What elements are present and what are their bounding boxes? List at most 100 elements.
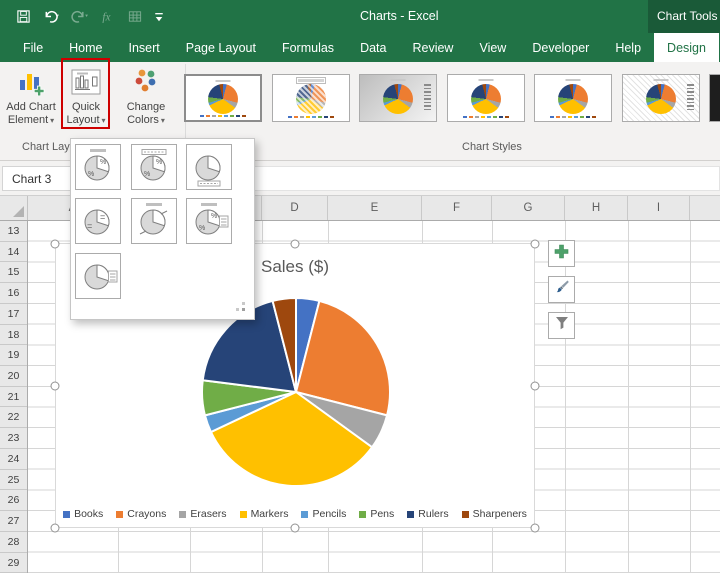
tab-view[interactable]: View <box>466 33 519 62</box>
dropdown-arrow-icon: ▾ <box>160 116 165 125</box>
tab-home[interactable]: Home <box>56 33 115 62</box>
column-header-i[interactable]: I <box>628 196 690 220</box>
row-header-17[interactable]: 17 <box>0 304 27 325</box>
svg-text:%: % <box>100 159 106 166</box>
legend-swatch <box>239 510 247 518</box>
row-header-19[interactable]: 19 <box>0 345 27 367</box>
quick-layout-option-7[interactable] <box>75 253 121 299</box>
function-icon: fx <box>100 9 116 24</box>
row-header-15[interactable]: 15 <box>0 262 27 284</box>
svg-text:%: % <box>88 171 94 178</box>
chart-legend[interactable]: Books Crayons Erasers Markers Pencils Pens Rul… <box>56 508 534 520</box>
row-header-25[interactable]: 25 <box>0 470 27 491</box>
dropdown-arrow-icon: ▾ <box>101 116 106 125</box>
quick-layout-option-5[interactable] <box>131 198 177 244</box>
row-header-26[interactable]: 26 <box>0 490 27 512</box>
name-box[interactable]: Chart 3 <box>2 166 74 191</box>
chart-style-3[interactable] <box>359 74 437 122</box>
row-header-23[interactable]: 23 <box>0 428 27 449</box>
add-chart-element-button[interactable]: Add Chart Element ▾ <box>2 65 60 127</box>
legend-swatch <box>407 510 415 518</box>
menu-resize-handle-icon[interactable] <box>242 308 245 311</box>
tab-help[interactable]: Help <box>602 33 654 62</box>
row-header-27[interactable]: 27 <box>0 511 27 532</box>
quick-layout-option-1[interactable]: %% <box>75 144 121 190</box>
funnel-icon <box>554 315 570 336</box>
row-header-29[interactable]: 29 <box>0 553 27 573</box>
legend-item-rulers[interactable]: Rulers <box>407 508 449 520</box>
tab-page-layout[interactable]: Page Layout <box>173 33 269 62</box>
selection-handle[interactable] <box>290 523 300 533</box>
legend-item-markers[interactable]: Markers <box>239 508 288 520</box>
tab-developer[interactable]: Developer <box>519 33 602 62</box>
chart-style-1[interactable] <box>184 74 262 122</box>
row-headers: 131415161718192021222324252627282930 <box>0 221 28 573</box>
quick-layout-option-4[interactable]: = = <box>75 198 121 244</box>
select-all-button[interactable] <box>0 196 28 220</box>
legend-label: Rulers <box>418 508 449 520</box>
chart-style-6[interactable] <box>621 74 700 122</box>
paintbrush-icon <box>554 279 570 300</box>
selection-handle[interactable] <box>50 523 60 533</box>
column-header-h[interactable]: H <box>565 196 628 220</box>
add-chart-element-label-1: Add Chart <box>6 101 56 113</box>
column-header-f[interactable]: F <box>422 196 492 220</box>
tab-file[interactable]: File <box>10 33 56 62</box>
selection-handle[interactable] <box>530 523 540 533</box>
legend-item-books[interactable]: Books <box>63 508 103 520</box>
tab-review[interactable]: Review <box>399 33 466 62</box>
column-header-d[interactable]: D <box>262 196 328 220</box>
selection-handle[interactable] <box>50 381 60 390</box>
save-icon[interactable] <box>16 9 31 24</box>
chart-style-5[interactable] <box>534 74 612 122</box>
legend-item-pencils[interactable]: Pencils <box>301 508 346 520</box>
row-header-21[interactable]: 21 <box>0 387 27 408</box>
row-header-20[interactable]: 20 <box>0 366 27 387</box>
column-header-g[interactable]: G <box>492 196 565 220</box>
row-header-13[interactable]: 13 <box>0 221 27 242</box>
chart-styles-button[interactable] <box>548 276 575 303</box>
row-header-24[interactable]: 24 <box>0 449 27 470</box>
row-header-14[interactable]: 14 <box>0 242 27 263</box>
selection-handle[interactable] <box>50 239 60 248</box>
selection-handle[interactable] <box>290 239 300 248</box>
tab-formulas[interactable]: Formulas <box>269 33 347 62</box>
legend-swatch <box>63 510 71 518</box>
change-colors-button[interactable]: Change Colors ▾ <box>113 65 179 127</box>
pie-plot[interactable] <box>200 296 392 488</box>
chart-elements-button[interactable] <box>548 240 575 267</box>
add-chart-element-icon <box>17 65 45 99</box>
chart-filters-button[interactable] <box>548 312 575 339</box>
quick-layout-button[interactable]: Quick Layout ▾ <box>64 65 108 127</box>
tab-design[interactable]: Design <box>654 33 719 62</box>
column-header-e[interactable]: E <box>328 196 422 220</box>
contextual-tab-group-label: Chart Tools <box>648 0 720 33</box>
row-header-22[interactable]: 22 <box>0 407 27 429</box>
row-header-28[interactable]: 28 <box>0 532 27 553</box>
legend-item-pens[interactable]: Pens <box>359 508 394 520</box>
legend-item-erasers[interactable]: Erasers <box>179 508 227 520</box>
legend-item-crayons[interactable]: Crayons <box>116 508 166 520</box>
tab-data[interactable]: Data <box>347 33 399 62</box>
row-header-16[interactable]: 16 <box>0 283 27 304</box>
legend-swatch <box>116 510 124 518</box>
change-colors-label-1: Change <box>126 101 166 113</box>
svg-text:fx: fx <box>102 11 110 23</box>
svg-text:%: % <box>199 225 205 232</box>
selection-handle[interactable] <box>530 381 540 390</box>
undo-icon[interactable] <box>42 9 60 24</box>
chart-style-7[interactable] <box>709 74 720 122</box>
quick-layout-option-3[interactable] <box>186 144 232 190</box>
selection-handle[interactable] <box>530 239 540 248</box>
row-header-18[interactable]: 18 <box>0 325 27 346</box>
customize-qat-icon[interactable] <box>154 9 164 24</box>
chart-style-2[interactable] <box>271 74 350 122</box>
legend-item-sharpeners[interactable]: Sharpeners <box>461 508 527 520</box>
chart-style-4[interactable] <box>446 74 525 122</box>
svg-text:%: % <box>156 159 162 166</box>
svg-text:%: % <box>144 171 150 178</box>
quick-layout-option-6[interactable]: %% <box>186 198 232 244</box>
quick-layout-menu: %%%% = =%% <box>70 138 255 320</box>
quick-layout-option-2[interactable]: %% <box>131 144 177 190</box>
tab-insert[interactable]: Insert <box>116 33 173 62</box>
